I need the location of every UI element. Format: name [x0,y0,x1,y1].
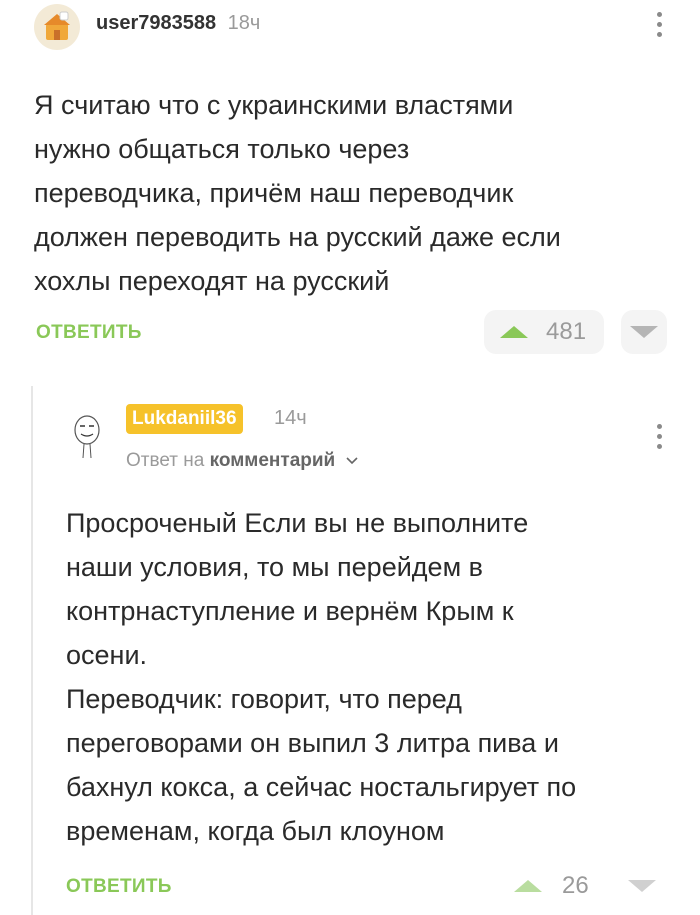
vote-score: 26 [562,872,589,899]
upvote-button[interactable]: 481 [484,310,604,354]
reply-button[interactable]: ОТВЕТИТЬ [66,876,172,898]
comment-time: 14ч [274,407,307,429]
chevron-down-icon [345,457,358,465]
vote-score: 481 [546,318,587,345]
downvote-button[interactable] [628,880,656,892]
more-vertical-icon[interactable] [652,12,666,37]
downvote-button[interactable] [621,310,667,354]
comment-author[interactable]: user7983588 18ч [96,12,260,35]
reply-to-prefix: Ответ на [126,450,205,471]
comment-time: 18ч [227,12,261,34]
avatar[interactable] [70,412,104,464]
more-vertical-icon[interactable] [652,424,666,449]
upvote-icon [514,880,542,892]
reply-to-link[interactable]: Ответ на комментарий [126,450,359,472]
reply-to-target[interactable]: комментарий [210,450,336,471]
reply-button[interactable]: ОТВЕТИТЬ [36,322,142,344]
comment-author[interactable]: Lukdaniil36 [126,404,243,434]
avatar-face-icon [74,415,100,459]
downvote-icon [630,326,658,338]
upvote-button[interactable]: 26 [514,872,589,900]
avatar[interactable] [34,4,80,50]
comment-text: Я считаю что с украинскими властями нужн… [34,90,561,296]
upvote-icon [500,326,528,338]
thread-line [31,386,33,915]
downvote-icon [628,880,656,892]
comment-text: Просроченый Если вы не выполните наши ус… [66,508,577,846]
avatar-house-icon [44,11,70,40]
